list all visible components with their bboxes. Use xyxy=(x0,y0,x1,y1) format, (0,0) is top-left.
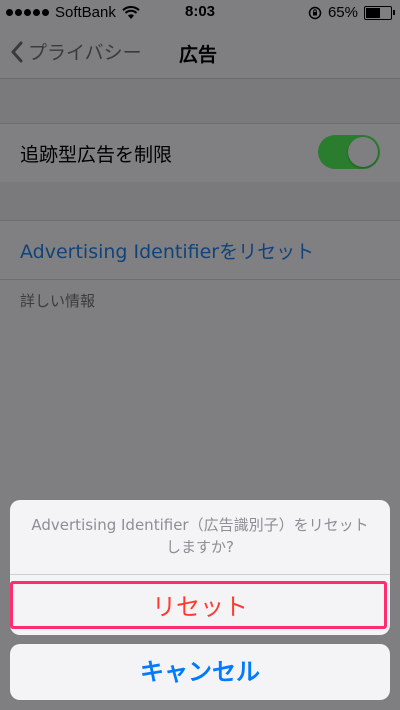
status-right: 65% xyxy=(308,4,395,21)
back-button-label: プライバシー xyxy=(28,42,142,64)
back-button[interactable]: プライバシー xyxy=(10,38,142,65)
status-bar: SoftBank 8:03 65% xyxy=(0,0,400,26)
more-info-link[interactable]: 詳しい情報 xyxy=(20,290,95,311)
limit-ad-tracking-toggle[interactable] xyxy=(318,135,380,169)
chevron-left-icon xyxy=(11,41,23,62)
navigation-bar: プライバシー 広告 xyxy=(0,26,400,79)
reset-button-highlight xyxy=(10,581,387,629)
page-title: 広告 xyxy=(179,44,218,66)
battery-icon xyxy=(364,5,395,20)
cancel-button[interactable]: キャンセル xyxy=(10,644,390,700)
reset-identifier-link[interactable]: Advertising Identifierをリセット xyxy=(20,237,314,264)
section-spacer xyxy=(0,79,400,123)
section-spacer xyxy=(0,182,400,220)
reset-identifier-row[interactable]: Advertising Identifierをリセット xyxy=(0,220,400,280)
limit-ad-tracking-label: 追跡型広告を制限 xyxy=(20,144,173,166)
rotation-lock-icon xyxy=(308,6,322,19)
action-sheet-message: Advertising Identifier（広告識別子）をリセットしますか? xyxy=(31,516,369,556)
battery-level-fill xyxy=(366,7,380,18)
divider xyxy=(10,574,390,575)
limit-ad-tracking-row: 追跡型広告を制限 xyxy=(0,123,400,183)
battery-percent: 65% xyxy=(327,4,358,21)
toggle-knob xyxy=(348,137,378,167)
